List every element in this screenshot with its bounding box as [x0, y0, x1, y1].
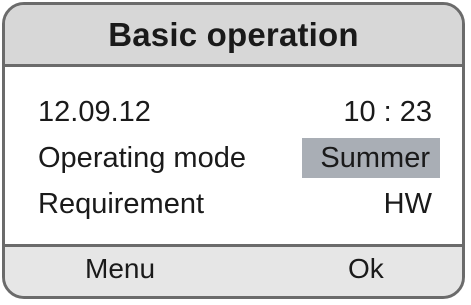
- operating-mode-label: Operating mode: [38, 141, 246, 174]
- operating-mode-row[interactable]: Operating mode Summer: [38, 138, 440, 178]
- operating-mode-value[interactable]: Summer: [302, 138, 440, 178]
- requirement-value[interactable]: HW: [384, 188, 432, 221]
- datetime-row: 12.09.12 10 : 23: [38, 92, 432, 132]
- requirement-label: Requirement: [38, 187, 205, 220]
- controller-display: Basic operation 12.09.12 10 : 23 Operati…: [2, 2, 465, 299]
- content-panel: 12.09.12 10 : 23 Operating mode Summer R…: [5, 67, 462, 247]
- menu-softkey[interactable]: Menu: [85, 253, 155, 285]
- time-value: 10 : 23: [343, 95, 432, 128]
- softkey-bar: Menu Ok: [5, 247, 462, 296]
- date-value: 12.09.12: [38, 95, 151, 128]
- screen-title: Basic operation: [5, 5, 462, 67]
- ok-softkey[interactable]: Ok: [348, 253, 384, 285]
- requirement-row[interactable]: Requirement HW: [38, 184, 432, 224]
